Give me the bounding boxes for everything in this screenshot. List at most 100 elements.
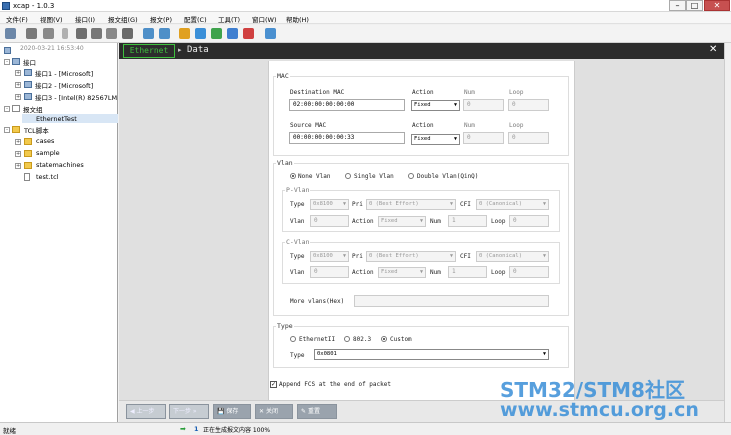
close-window-button[interactable]: ✕ <box>704 0 730 11</box>
capture-icon[interactable] <box>143 28 154 39</box>
dest-num-input[interactable]: 0 <box>463 99 504 111</box>
tree-folder-statemachines[interactable]: statemachines <box>36 161 84 169</box>
cvlan-loop-input[interactable]: 0 <box>509 266 549 278</box>
tree-group-ethernettest[interactable]: EthernetTest <box>36 115 77 123</box>
collapse-icon[interactable]: - <box>4 59 10 65</box>
menu-view[interactable]: 视图(V) <box>40 14 63 24</box>
menu-packet-group[interactable]: 报文组(G) <box>108 14 138 24</box>
radio-none-vlan[interactable] <box>290 173 296 179</box>
open-icon[interactable] <box>5 28 16 39</box>
tool4-icon[interactable] <box>122 28 133 39</box>
pvlan-type-select[interactable]: 0x8100 ▼ <box>310 199 349 210</box>
radio-ethernet2[interactable] <box>290 336 296 342</box>
prev-button[interactable]: ◀ 上一步 <box>126 404 166 419</box>
radio-custom[interactable] <box>381 336 387 342</box>
tree-interface-1[interactable]: 接口1 - [Microsoft] <box>35 68 93 78</box>
radio-single-vlan[interactable] <box>345 173 351 179</box>
more-vlans-input[interactable] <box>354 295 549 307</box>
tab-data[interactable]: Data <box>187 45 209 55</box>
8023-label[interactable]: 802.3 <box>353 336 371 343</box>
send-icon[interactable] <box>159 28 170 39</box>
menu-config[interactable]: 配置(C) <box>184 14 207 24</box>
fcs-label[interactable]: Append FCS at the end of packet <box>279 381 391 388</box>
pvlan-action-select[interactable]: Fixed ▼ <box>378 216 426 227</box>
pvlan-vlan-input[interactable]: 0 <box>310 215 349 227</box>
loop-label: Loop <box>509 122 524 129</box>
expand-icon[interactable]: + <box>15 70 21 76</box>
expand-icon[interactable]: + <box>15 139 21 145</box>
minimize-button[interactable]: – <box>669 0 686 11</box>
single-vlan-label[interactable]: Single Vlan <box>354 173 394 180</box>
menu-help[interactable]: 帮助(H) <box>286 14 309 24</box>
menu-packet[interactable]: 报文(P) <box>150 14 172 24</box>
cvlan-cfi-select[interactable]: 0 (Canonical) ▼ <box>476 251 549 262</box>
report-icon[interactable] <box>211 28 222 39</box>
pvlan-loop-input[interactable]: 0 <box>509 215 549 227</box>
right-scrollbar[interactable] <box>724 43 731 422</box>
close-label: 关闭 <box>265 408 278 415</box>
pvlan-cfi-select[interactable]: 0 (Canonical) ▼ <box>476 199 549 210</box>
save-button[interactable]: 💾 保存 <box>213 404 251 419</box>
custom-label[interactable]: Custom <box>390 336 412 343</box>
tab-ethernet[interactable]: Ethernet <box>123 44 175 58</box>
graph-icon[interactable] <box>243 28 254 39</box>
dropdown-icon[interactable] <box>62 28 68 39</box>
collapse-icon[interactable]: - <box>4 127 10 133</box>
tree-file-test-tcl[interactable]: test.tcl <box>36 173 58 181</box>
tree-folder-cases[interactable]: cases <box>36 137 54 145</box>
collapse-icon[interactable]: - <box>4 106 10 112</box>
pvlan-pri-select[interactable]: 0 (Best Effort) ▼ <box>366 199 456 210</box>
src-loop-input[interactable]: 0 <box>508 132 549 144</box>
ethernet2-label[interactable]: EthernetII <box>299 336 335 343</box>
double-vlan-label[interactable]: Double Vlan(QinQ) <box>417 173 478 180</box>
cvlan-num-input[interactable]: 1 <box>448 266 487 278</box>
radio-8023[interactable] <box>344 336 350 342</box>
expand-icon[interactable]: + <box>15 94 21 100</box>
stats-icon[interactable] <box>179 28 190 39</box>
expand-icon[interactable]: + <box>15 163 21 169</box>
maximize-button[interactable]: □ <box>686 0 703 11</box>
reset-button[interactable]: ✎ 重置 <box>297 404 337 419</box>
chart-icon[interactable] <box>227 28 238 39</box>
chevron-down-icon: ▼ <box>453 102 457 108</box>
expand-icon[interactable]: + <box>15 82 21 88</box>
type-select[interactable]: 0x0801 ▼ <box>314 349 549 360</box>
menu-tools[interactable]: 工具(T) <box>218 14 240 24</box>
src-num-input[interactable]: 0 <box>463 132 504 144</box>
tree-tcl-scripts[interactable]: TCL脚本 <box>24 125 49 135</box>
close-button[interactable]: ✕ 关闭 <box>255 404 293 419</box>
tool2-icon[interactable] <box>91 28 102 39</box>
tree-interfaces[interactable]: 接口 <box>23 57 36 67</box>
none-vlan-label[interactable]: None Vlan <box>298 173 331 180</box>
next-button[interactable]: 下一步 » <box>169 404 209 419</box>
cvlan-type-select[interactable]: 0x8100 ▼ <box>310 251 349 262</box>
src-action-select[interactable]: Fixed ▼ <box>411 134 460 145</box>
tree-interface-3[interactable]: 接口3 - [Intel(R) 82567LM <box>35 92 117 102</box>
dest-mac-input[interactable]: 02:00:00:00:00:00 <box>289 99 405 111</box>
refresh-icon[interactable] <box>195 28 206 39</box>
cvlan-pri-select[interactable]: 0 (Best Effort) ▼ <box>366 251 456 262</box>
pvlan-num-input[interactable]: 1 <box>448 215 487 227</box>
tree-packet-groups[interactable]: 报文组 <box>23 104 43 114</box>
menu-window[interactable]: 窗口(W) <box>252 14 277 24</box>
pen-icon[interactable] <box>26 28 37 39</box>
tree-folder-sample[interactable]: sample <box>36 149 60 157</box>
menu-interface[interactable]: 接口(I) <box>75 14 95 24</box>
fcs-checkbox[interactable]: ✓ <box>270 381 277 388</box>
menu-file[interactable]: 文件(F) <box>6 14 28 24</box>
dest-loop-input[interactable]: 0 <box>508 99 549 111</box>
close-tab-button[interactable]: ✕ <box>709 44 717 55</box>
src-mac-input[interactable]: 00:00:00:00:00:33 <box>289 132 405 144</box>
tree-interface-2[interactable]: 接口2 - [Microsoft] <box>35 80 93 90</box>
swap-icon[interactable] <box>265 28 276 39</box>
tool-icon[interactable] <box>76 28 87 39</box>
dest-action-select[interactable]: Fixed ▼ <box>411 100 460 111</box>
tool3-icon[interactable] <box>106 28 117 39</box>
cvlan-action-select[interactable]: Fixed ▼ <box>378 267 426 278</box>
cvlan-vlan-input[interactable]: 0 <box>310 266 349 278</box>
expand-icon[interactable]: + <box>15 151 21 157</box>
watermark-url: www.stmcu.org.cn <box>500 399 699 421</box>
edit-icon[interactable] <box>43 28 54 39</box>
type-legend: Type <box>276 322 294 330</box>
radio-double-vlan[interactable] <box>408 173 414 179</box>
